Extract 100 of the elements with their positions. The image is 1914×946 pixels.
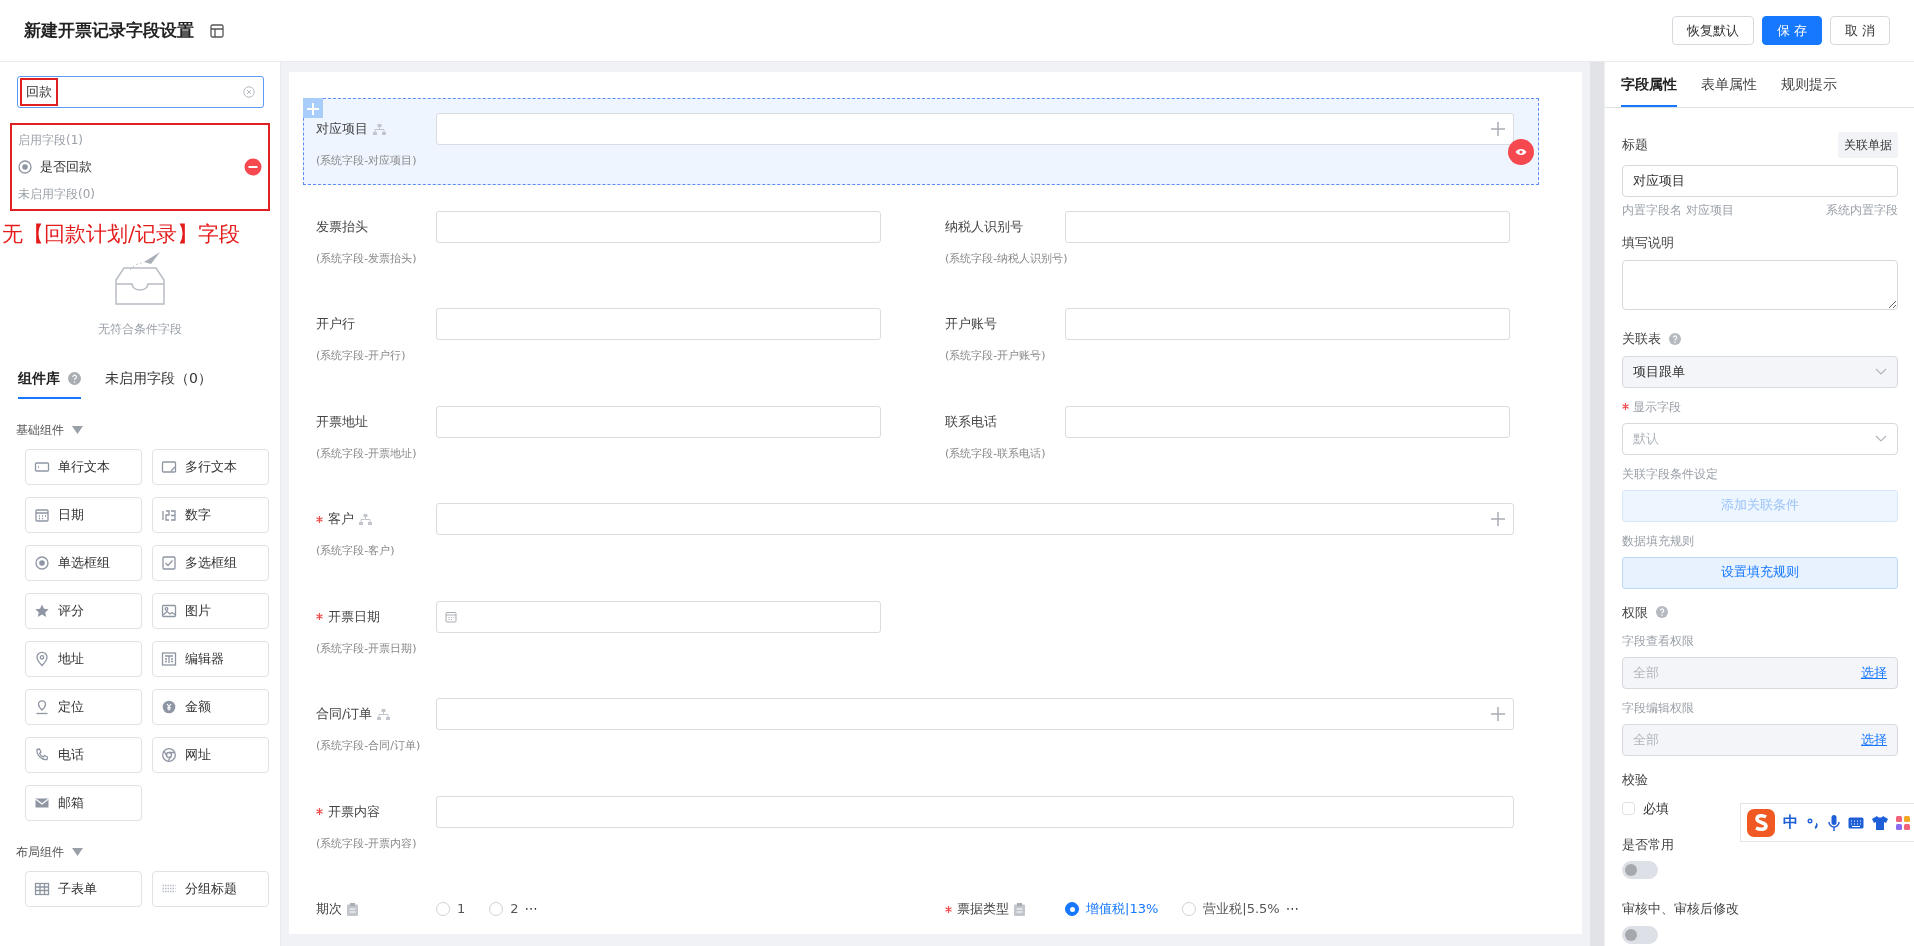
lookup-field[interactable] [436,503,1514,535]
builtin-tag: 系统内置字段 [1826,201,1898,219]
ime-logo-icon[interactable] [1747,808,1775,837]
help-icon [1669,332,1681,345]
component-button[interactable]: 数字 [152,497,269,533]
triangle-icon[interactable] [72,848,83,856]
select-link[interactable]: 选择 [1861,663,1887,683]
shirt-icon[interactable] [1872,815,1888,830]
location-pin-icon [34,651,50,667]
page-title: 新建开票记录字段设置 [24,18,194,42]
calendar-icon [34,507,50,523]
description-textarea[interactable] [1622,259,1898,310]
panel-tab[interactable]: 组件库 [18,362,81,399]
property-label: 字段查看权限 [1622,633,1695,650]
input-field[interactable] [436,795,1514,828]
component-button[interactable]: 地址 [25,641,142,677]
date-field[interactable] [436,600,881,633]
fill-rule-button[interactable]: 设置填充规则 [1622,556,1898,589]
layout-icon[interactable] [210,23,224,38]
component-button[interactable]: 单选框组 [25,545,142,581]
input-field[interactable] [436,210,881,243]
empty-state-text: 无符合条件字段 [98,321,182,338]
selected-field[interactable]: 对应项目 (系统字段-对应项目) [303,98,1539,185]
plus-icon[interactable] [1491,512,1505,526]
more-options[interactable]: ⋯ [1285,899,1299,919]
section-heading: 未启用字段(0) [18,185,96,203]
builtin-name: 内置字段名 对应项目 [1622,202,1734,219]
field-label: 纳税人识别号 [945,217,1023,236]
component-button[interactable]: 网址 [152,737,269,773]
keyboard-icon[interactable] [1848,816,1864,829]
more-options[interactable]: ⋯ [524,899,538,919]
checkbox-icon [161,555,177,571]
checkbox-label[interactable]: 必填 [1643,798,1669,819]
component-button[interactable]: 多行文本 [152,449,269,485]
panel-tab[interactable]: 未启用字段（0） [105,362,212,399]
component-button[interactable]: 编辑器 [152,641,269,677]
radio-icon [34,555,50,571]
input-field[interactable] [436,405,881,438]
required-checkbox[interactable] [1622,802,1635,815]
number-icon [161,507,177,523]
header-button[interactable]: 保 存 [1761,15,1822,46]
title-input[interactable]: 对应项目 [1622,165,1898,197]
permission-field[interactable]: 全部 选择 [1622,724,1898,756]
remove-icon[interactable] [244,157,262,176]
toggle-switch[interactable] [1622,925,1658,944]
input-field[interactable] [1065,210,1510,243]
component-button[interactable]: 邮箱 [25,785,142,821]
lookup-field[interactable] [436,113,1514,145]
triangle-icon[interactable] [72,426,83,434]
radio-option[interactable]: 1 [436,899,466,919]
component-button[interactable]: 评分 [25,593,142,629]
field-hint: (系统字段-发票抬头) [316,250,418,267]
textarea-icon [161,459,177,475]
scrollbar[interactable] [1590,62,1604,946]
toggle-switch[interactable] [1622,861,1658,879]
input-field[interactable] [1065,308,1510,340]
property-label: 字段编辑权限 [1622,700,1695,717]
component-button[interactable]: 金额 [152,689,269,725]
search-field[interactable]: 回款 [17,76,264,108]
field-name[interactable]: 是否回款 [40,157,92,177]
property-label: 填写说明 [1622,234,1675,252]
radio-option[interactable]: 2 [489,899,519,919]
plus-icon[interactable] [1491,707,1505,721]
clear-icon[interactable] [243,86,255,98]
panel-tab[interactable]: 表单属性 [1701,62,1757,107]
eye-icon [1515,148,1527,156]
panel-tab[interactable]: 字段属性 [1621,62,1677,107]
permission-field[interactable]: 全部 选择 [1622,657,1898,689]
input-mode-toggle[interactable]: 中 [1783,811,1798,834]
plus-icon[interactable] [1491,122,1505,136]
star-icon [34,603,50,619]
component-button[interactable]: 分组标题 [152,871,269,907]
component-button[interactable]: 定位 [25,689,142,725]
table-icon [34,881,50,897]
microphone-icon[interactable] [1828,814,1840,831]
property-label: 标题 [1622,136,1648,155]
radio-option[interactable]: 营业税|5.5% [1182,899,1280,919]
visibility-button[interactable] [1508,139,1534,165]
field-hint: (系统字段-开户账号) [945,348,1047,364]
link-button[interactable]: 关联单据 [1838,132,1898,158]
component-button[interactable]: 多选框组 [152,545,269,581]
component-button[interactable]: 日期 [25,497,142,533]
lookup-field[interactable] [436,698,1514,730]
header-button[interactable]: 恢复默认 [1671,15,1754,46]
input-field[interactable] [1065,405,1510,438]
field-hint: (系统字段-纳税人识别号) [945,250,1069,267]
panel-tab[interactable]: 规则提示 [1781,62,1837,107]
component-button[interactable]: 单行文本 [25,449,142,485]
apps-grid-icon[interactable] [1896,815,1910,830]
component-button[interactable]: 图片 [152,593,269,629]
header-button[interactable]: 取 消 [1829,15,1890,46]
component-button[interactable]: 电话 [25,737,142,773]
input-field[interactable] [436,308,881,340]
select-field[interactable]: 项目跟单 [1622,355,1898,388]
component-button[interactable]: 子表单 [25,871,142,907]
drag-handle[interactable] [303,98,323,118]
property-label: 审核中、审核后修改 [1622,900,1740,918]
radio-option[interactable]: 增值税|13% [1065,899,1159,919]
select-link[interactable]: 选择 [1861,730,1887,750]
section-heading: 启用字段(1) [18,132,84,149]
